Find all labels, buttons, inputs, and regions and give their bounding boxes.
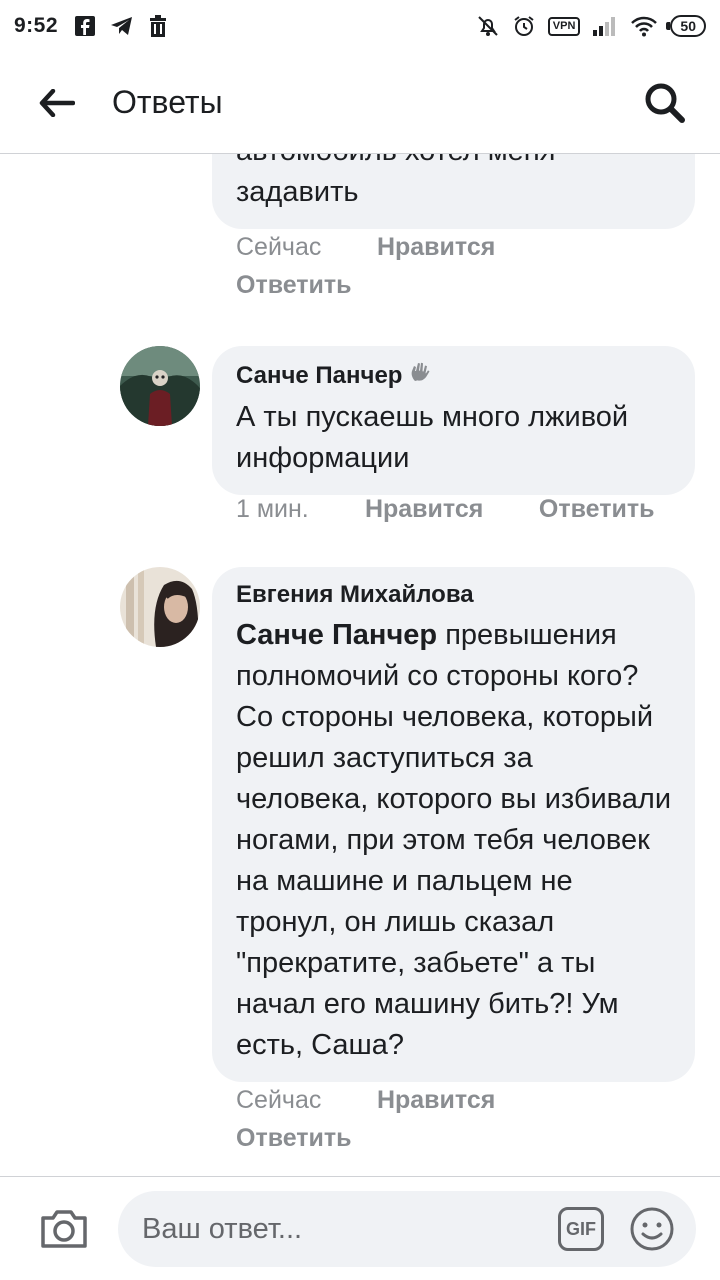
reply-button[interactable]: Ответить [236,266,352,304]
comment-bubble[interactable]: Санче Панчер А ты пускаешь много лживой … [212,346,695,495]
like-button[interactable]: Нравится [377,228,495,266]
comment-text: Санче Панчер превышения полномочий со ст… [236,615,671,1066]
comment-bubble[interactable]: автомобиль хотел меня задавить [212,154,695,229]
emoji-icon [630,1207,674,1251]
battery-indicator: 50 [666,15,706,37]
signal-icon [592,16,618,36]
comment-time: Сейчас [236,233,322,261]
telegram-icon [110,15,134,37]
comment-actions: Сейчас Нравится Ответить [236,1081,495,1157]
camera-icon [41,1209,87,1248]
app-bar: Ответы [0,52,720,154]
waving-hand-icon [408,360,432,391]
comment-author[interactable]: Евгения Михайлова [236,581,671,609]
muted-bell-icon [476,14,500,38]
reply-input-container: GIF [118,1191,696,1267]
reply-input[interactable] [142,1212,522,1246]
gif-button[interactable]: GIF [558,1207,604,1251]
comment-text: автомобиль хотел меня задавить [236,154,556,208]
author-name[interactable]: Санче Панчер [236,362,402,390]
system-icons: VPN 50 [476,14,706,38]
comment-bubble[interactable]: Евгения Михайлова Санче Панчер превышени… [212,567,695,1082]
gif-icon: GIF [566,1218,596,1239]
replies-list: автомобиль хотел меня задавить Сейчас Нр… [0,154,720,1176]
comment-time: Сейчас [236,1086,322,1114]
search-button[interactable] [630,68,700,138]
avatar[interactable] [120,567,200,647]
vpn-icon: VPN [547,16,581,36]
avatar[interactable] [120,346,200,426]
comment-item: Евгения Михайлова Санче Панчер превышени… [120,567,720,1167]
notification-icons [74,15,168,37]
emoji-button[interactable] [628,1205,676,1253]
comment-actions: Сейчас Нравится Ответить [236,228,495,304]
comment-text: А ты пускаешь много лживой информации [236,401,629,474]
mention-link[interactable]: Санче Панчер [236,619,437,651]
comment-actions: 1 мин. Нравится Ответить [236,490,654,528]
arrow-left-icon [39,88,75,117]
comment-time: 1 мин. [236,495,309,523]
like-button[interactable]: Нравится [377,1081,495,1119]
reply-button[interactable]: Ответить [539,490,655,528]
comment-item: Санче Панчер А ты пускаешь много лживой … [120,346,720,546]
comment-body: превышения полномочий со стороны кого? С… [236,619,672,1061]
search-icon [645,83,685,123]
reply-button[interactable]: Ответить [236,1119,352,1157]
comment-author[interactable]: Санче Панчер [236,360,671,391]
trash-icon [148,15,168,37]
status-bar: 9:52 VPN 50 [0,0,720,52]
wifi-icon [630,15,658,37]
author-name[interactable]: Евгения Михайлова [236,581,474,609]
facebook-icon [74,15,96,37]
comment-item: автомобиль хотел меня задавить Сейчас Нр… [120,154,720,299]
status-time: 9:52 [14,14,59,37]
like-button[interactable]: Нравится [365,490,532,528]
reply-composer: GIF [0,1176,720,1280]
alarm-icon [512,14,536,38]
page-title: Ответы [112,84,223,120]
back-button[interactable] [22,68,92,138]
camera-button[interactable] [34,1199,94,1259]
